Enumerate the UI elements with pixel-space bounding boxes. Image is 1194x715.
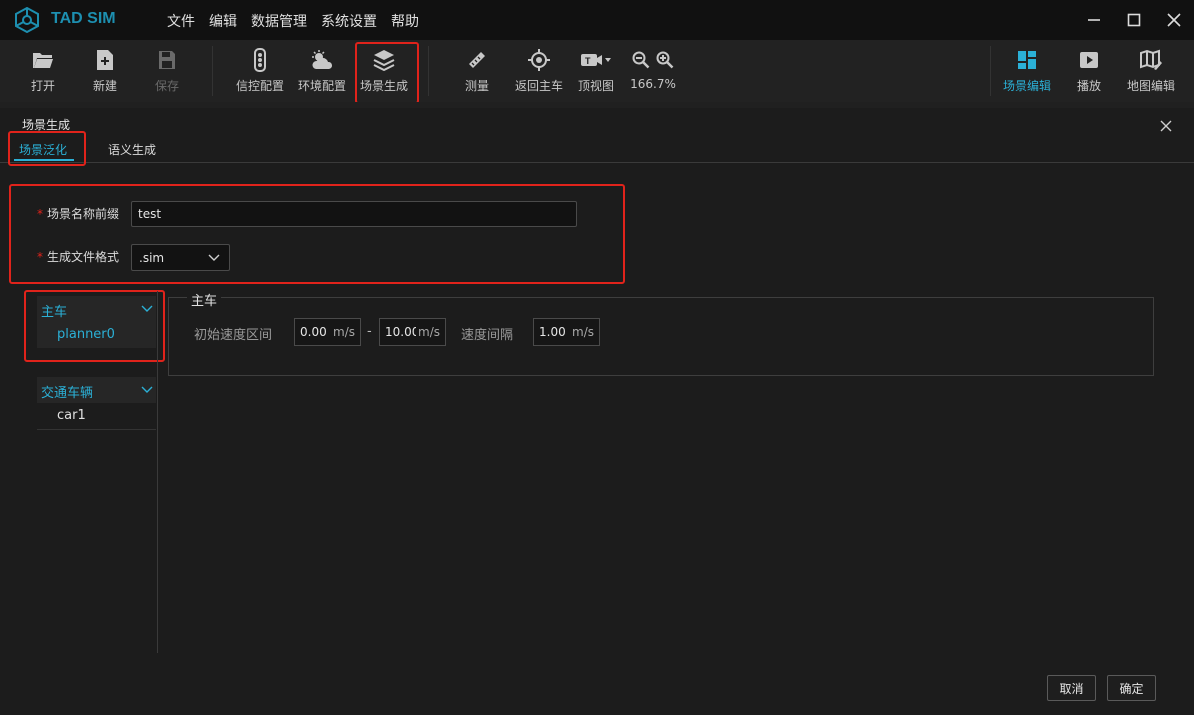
highlight-form	[9, 184, 625, 284]
tree-item-label: car1	[57, 408, 86, 423]
tree-group-traffic[interactable]: 交通车辆	[37, 377, 156, 403]
scene-generation-button[interactable]: 场景生成	[360, 40, 408, 102]
menu-system-settings[interactable]: 系统设置	[321, 11, 377, 31]
menu-help[interactable]: 帮助	[391, 11, 419, 31]
window-controls	[1074, 0, 1194, 40]
play-icon	[1080, 52, 1098, 68]
play-button[interactable]: 播放	[1077, 40, 1101, 102]
minimize-button[interactable]	[1074, 0, 1114, 40]
panel-legend: 主车	[187, 290, 222, 309]
unit-label: m/s	[331, 325, 355, 339]
chevron-down-icon	[208, 254, 220, 261]
toolbar-separator	[990, 46, 991, 96]
speed-max-value: 10.00	[385, 325, 420, 339]
layers-icon	[373, 50, 395, 71]
tree-group-ego[interactable]: 主车	[37, 296, 156, 322]
top-view-button[interactable]: T 顶视图	[578, 40, 614, 102]
app-name: TAD SIM	[51, 10, 116, 27]
ruler-icon	[469, 52, 485, 68]
tree-item-label: planner0	[57, 327, 115, 342]
tree-group-label: 交通车辆	[41, 386, 94, 401]
speed-max-input[interactable]: 10.00 m/s	[379, 318, 446, 346]
chevron-down-icon	[141, 386, 153, 393]
dialog-tabs: 场景泛化 语义生成	[0, 134, 1194, 163]
speed-min-input[interactable]: 0.00 m/s	[294, 318, 361, 346]
save-icon	[159, 51, 175, 69]
chevron-down-icon	[141, 305, 153, 312]
prefix-row: * 场景名称前缀	[37, 205, 119, 222]
dialog-close-icon[interactable]	[1158, 118, 1174, 134]
file-format-value: .sim	[139, 251, 165, 265]
camera-view-icon: T	[581, 54, 611, 66]
zoom-out-icon[interactable]	[632, 51, 650, 69]
map-edit-icon	[1140, 49, 1162, 70]
range-dash: -	[367, 324, 372, 339]
menu-bar: 文件 编辑 数据管理 系统设置 帮助	[167, 11, 419, 31]
tad-sim-logo-icon	[15, 7, 39, 33]
close-window-button[interactable]	[1154, 0, 1194, 40]
new-button[interactable]: 新建	[90, 40, 120, 102]
measure-button[interactable]: 测量	[465, 40, 489, 102]
folder-open-icon	[33, 53, 53, 68]
speed-interval-label: 速度间隔	[461, 328, 514, 343]
tree-item-car1[interactable]: car1	[37, 403, 156, 430]
unit-label: m/s	[570, 325, 594, 339]
zoom-control: 166.7%	[630, 40, 676, 102]
dialog-title: 场景生成	[22, 118, 71, 132]
maximize-button[interactable]	[1114, 0, 1154, 40]
back-to-ego-button[interactable]: 返回主车	[515, 40, 563, 102]
scene-name-prefix-input[interactable]	[131, 201, 577, 227]
prefix-label: 场景名称前缀	[47, 207, 120, 221]
ok-button[interactable]: 确定	[1107, 675, 1156, 701]
menu-file[interactable]: 文件	[167, 11, 195, 31]
weather-icon	[312, 50, 333, 69]
maximize-icon	[1127, 13, 1141, 27]
menu-data-management[interactable]: 数据管理	[251, 11, 307, 31]
tree-item-planner0[interactable]: planner0	[37, 322, 156, 348]
tab-semantic-generation[interactable]: 语义生成	[108, 141, 156, 158]
unit-label: m/s	[416, 325, 440, 339]
toolbar-separator	[428, 46, 429, 96]
required-mark: *	[37, 206, 43, 221]
close-icon	[1167, 13, 1181, 27]
tree-group-label: 主车	[41, 305, 68, 320]
crosshair-icon	[528, 49, 550, 71]
minimize-icon	[1088, 19, 1100, 21]
new-file-icon	[97, 50, 113, 70]
open-button[interactable]: 打开	[28, 40, 58, 102]
svg-text:T: T	[585, 56, 591, 66]
dashboard-icon	[1018, 51, 1036, 69]
speed-interval-input[interactable]: 1.00 m/s	[533, 318, 600, 346]
toolbar-separator	[212, 46, 213, 96]
tab-scene-generalization[interactable]: 场景泛化	[19, 141, 67, 158]
toolbar: 打开 新建 保存 信控配置 环境配置 场景生成 测量 返回主车 T 顶视图 16…	[0, 40, 1194, 103]
speed-min-value: 0.00	[300, 325, 327, 339]
scene-generation-dialog: 场景生成 场景泛化 语义生成 * 场景名称前缀 * 生成文件格式 .sim 主车…	[0, 108, 1194, 715]
speed-range-label: 初始速度区间	[194, 328, 273, 343]
signal-config-button[interactable]: 信控配置	[236, 40, 284, 102]
active-tab-indicator	[14, 159, 74, 161]
file-format-select[interactable]: .sim	[131, 244, 230, 271]
scene-edit-button[interactable]: 场景编辑	[1003, 40, 1051, 102]
speed-interval-value: 1.00	[539, 325, 566, 339]
menu-edit[interactable]: 编辑	[209, 11, 237, 31]
cancel-button[interactable]: 取消	[1047, 675, 1096, 701]
env-config-button[interactable]: 环境配置	[298, 40, 346, 102]
map-edit-button[interactable]: 地图编辑	[1127, 40, 1175, 102]
traffic-light-icon	[254, 48, 266, 72]
tree-divider	[157, 291, 158, 653]
title-bar: TAD SIM 文件 编辑 数据管理 系统设置 帮助	[0, 0, 1194, 40]
save-button[interactable]: 保存	[152, 40, 182, 102]
zoom-level: 166.7%	[630, 77, 676, 91]
required-mark: *	[37, 249, 43, 264]
format-row: * 生成文件格式	[37, 248, 119, 265]
zoom-in-icon[interactable]	[656, 51, 674, 69]
format-label: 生成文件格式	[47, 250, 120, 264]
